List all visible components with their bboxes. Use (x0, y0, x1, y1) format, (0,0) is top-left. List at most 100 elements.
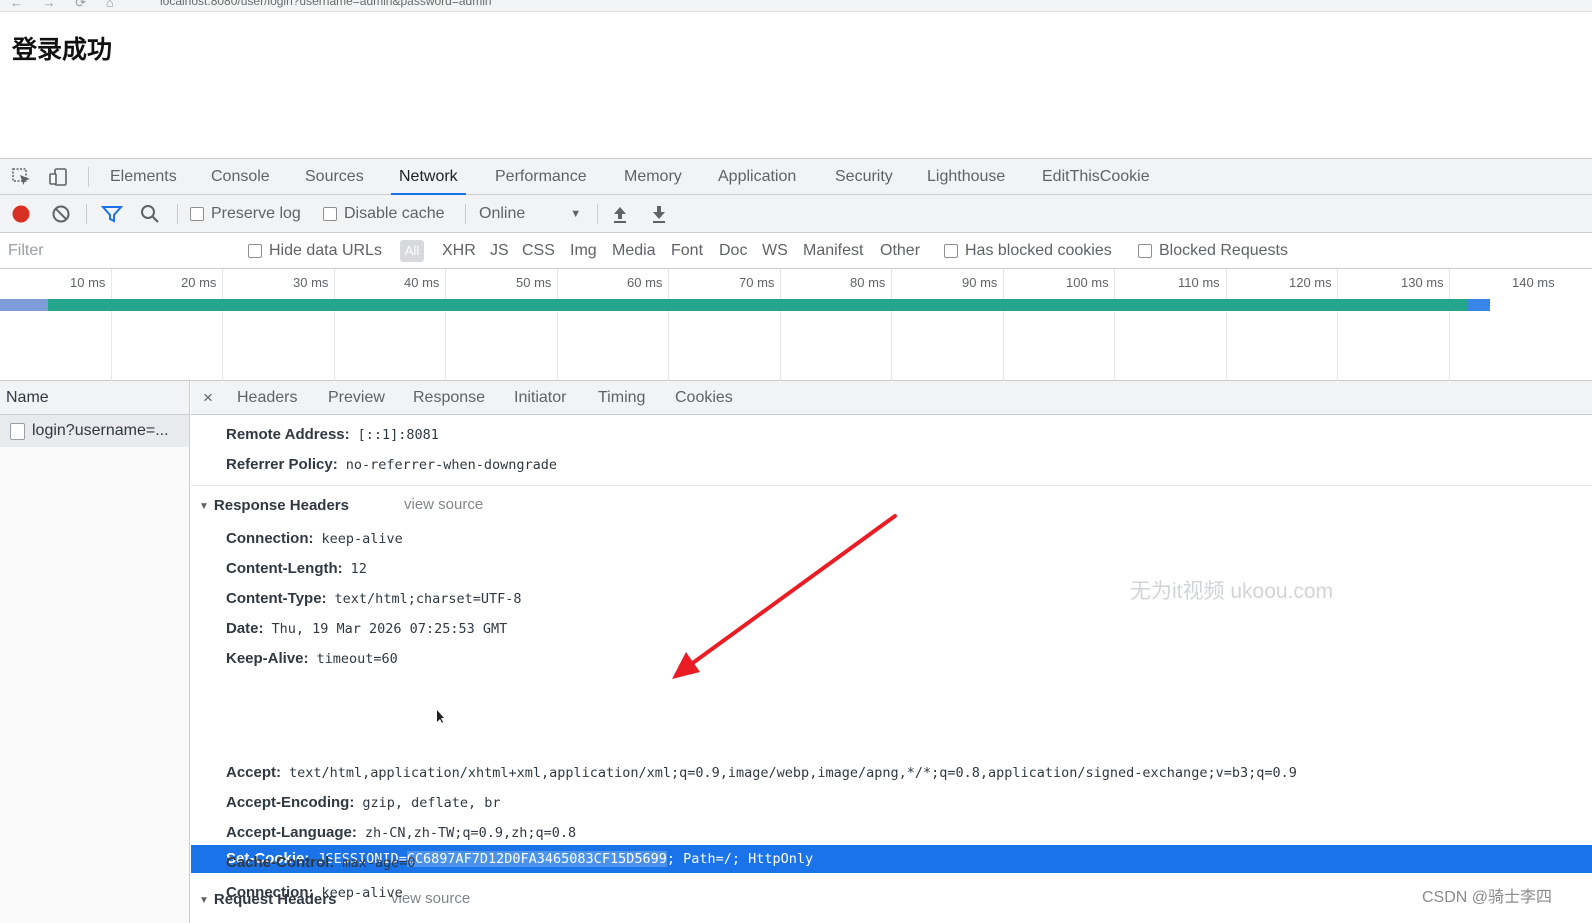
remote-address-row: Remote Address: [::1]:8081 (226, 420, 439, 450)
blocked-requests-checkbox[interactable]: Blocked Requests (1138, 233, 1288, 269)
divider (597, 204, 598, 224)
filter-type-manifest[interactable]: Manifest (803, 233, 863, 269)
tab-sources[interactable]: Sources (305, 159, 364, 194)
filter-icon (101, 206, 123, 223)
request-header-row: Cache-Control: max-age=0 (226, 848, 416, 878)
name-column-header[interactable]: Name (0, 381, 189, 415)
filter-bar: Hide data URLs All XHR JS CSS Img Media … (0, 233, 1592, 269)
tab-elements[interactable]: Elements (110, 159, 177, 194)
header-value: timeout=60 (316, 651, 398, 667)
search-button[interactable] (139, 195, 161, 233)
record-icon (12, 205, 30, 223)
detail-tab-bar: × Headers Preview Response Initiator Tim… (191, 381, 1592, 415)
response-headers-title: Response Headers (213, 497, 349, 514)
header-value: keep-alive (321, 885, 403, 901)
header-key: Content-Length: (226, 560, 343, 577)
tab-memory[interactable]: Memory (624, 159, 682, 194)
timeline-tick-label: 140 ms (1512, 275, 1555, 290)
filter-type-font[interactable]: Font (671, 233, 703, 269)
header-key: Accept-Language: (226, 824, 357, 841)
header-key: Content-Type: (226, 590, 327, 607)
filter-input[interactable] (2, 238, 230, 264)
filter-type-all[interactable]: All (400, 240, 424, 262)
tab-performance[interactable]: Performance (495, 159, 587, 194)
request-download-bar (1468, 299, 1490, 311)
filter-type-media[interactable]: Media (612, 233, 656, 269)
download-icon (653, 206, 665, 223)
header-key: Referrer Policy: (226, 456, 338, 473)
request-row[interactable]: login?username=... (0, 415, 189, 447)
tab-console[interactable]: Console (211, 159, 270, 194)
checkbox-box[interactable] (1138, 244, 1152, 258)
response-header-row: Connection: keep-alive (226, 524, 403, 554)
export-har-button[interactable] (650, 195, 668, 233)
inspect-element-icon[interactable] (12, 168, 32, 186)
tab-timing[interactable]: Timing (598, 381, 645, 415)
has-blocked-cookies-checkbox[interactable]: Has blocked cookies (944, 233, 1112, 269)
filter-type-doc[interactable]: Doc (719, 233, 747, 269)
filter-type-ws[interactable]: WS (762, 233, 788, 269)
import-har-button[interactable] (611, 195, 629, 233)
timeline-tick-label: 20 ms (181, 275, 217, 290)
device-toolbar-icon[interactable] (48, 168, 68, 186)
page-heading: 登录成功 (12, 35, 113, 64)
watermark: 无为it视频 ukoou.com (1130, 580, 1334, 603)
tab-cookies[interactable]: Cookies (675, 381, 733, 415)
checkbox-box[interactable] (944, 244, 958, 258)
has-blocked-cookies-label: Has blocked cookies (965, 242, 1112, 259)
section-divider (191, 485, 1592, 486)
preserve-log-checkbox[interactable]: Preserve log (190, 195, 301, 233)
browser-url-bar[interactable]: ← → ⟳ ⌂ localhost:8080/user/login?userna… (0, 0, 1592, 12)
timeline-gridline (111, 269, 112, 381)
request-header-row: Accept-Encoding: gzip, deflate, br (226, 788, 501, 818)
header-key: Connection: (226, 884, 314, 901)
response-view-source-link[interactable]: view source (404, 490, 483, 520)
divider (88, 167, 89, 187)
network-toolbar: Preserve log Disable cache Online ▼ (0, 195, 1592, 233)
filter-type-other[interactable]: Other (880, 233, 920, 269)
divider (177, 204, 178, 224)
timeline-gridline (1226, 269, 1227, 381)
checkbox-box[interactable] (190, 207, 204, 221)
filter-type-js[interactable]: JS (490, 233, 509, 269)
tab-application[interactable]: Application (718, 159, 796, 194)
url-text[interactable]: localhost:8080/user/login?username=admin… (160, 0, 492, 8)
request-list: Name login?username=... (0, 381, 190, 923)
filter-type-xhr[interactable]: XHR (442, 233, 476, 269)
upload-icon (614, 207, 626, 223)
close-icon[interactable]: × (203, 381, 213, 415)
clear-button[interactable] (51, 195, 71, 233)
request-name: login?username=... (32, 422, 169, 439)
timeline-gridline (445, 269, 446, 381)
clear-icon (52, 205, 70, 223)
filter-type-img[interactable]: Img (570, 233, 597, 269)
request-header-row: Accept: text/html,application/xhtml+xml,a… (226, 758, 1297, 788)
tab-lighthouse[interactable]: Lighthouse (927, 159, 1005, 194)
tab-security[interactable]: Security (835, 159, 893, 194)
header-key: Accept: (226, 764, 282, 781)
response-headers-toggle[interactable]: ▼ Response Headers (199, 491, 349, 521)
response-header-row: Date: Thu, 19 Mar 2026 07:25:53 GMT (226, 614, 507, 644)
tab-network[interactable]: Network (391, 159, 466, 195)
filter-type-css[interactable]: CSS (522, 233, 555, 269)
network-overview-timeline[interactable]: 10 ms 20 ms 30 ms 40 ms 50 ms 60 ms 70 m… (0, 269, 1592, 381)
tab-preview[interactable]: Preview (328, 381, 385, 415)
tab-editthiscookie[interactable]: EditThisCookie (1042, 159, 1150, 194)
filter-toggle-button[interactable] (101, 195, 123, 233)
disable-cache-checkbox[interactable]: Disable cache (323, 195, 445, 233)
timeline-gridline (780, 269, 781, 381)
record-button[interactable] (11, 195, 31, 233)
tab-initiator[interactable]: Initiator (514, 381, 566, 415)
timeline-tick-label: 70 ms (739, 275, 775, 290)
browser-nav-buttons[interactable]: ← → ⟳ ⌂ (10, 0, 122, 11)
checkbox-box[interactable] (323, 207, 337, 221)
header-key: Cache-Control: (226, 854, 335, 871)
header-value: text/html;charset=UTF-8 (334, 591, 522, 607)
throttling-select[interactable]: Online ▼ (479, 195, 581, 233)
timeline-gridline (891, 269, 892, 381)
checkbox-box[interactable] (248, 244, 262, 258)
tab-headers[interactable]: Headers (237, 381, 297, 415)
header-value: keep-alive (321, 531, 403, 547)
tab-response[interactable]: Response (413, 381, 485, 415)
hide-data-urls-checkbox[interactable]: Hide data URLs (248, 233, 382, 269)
